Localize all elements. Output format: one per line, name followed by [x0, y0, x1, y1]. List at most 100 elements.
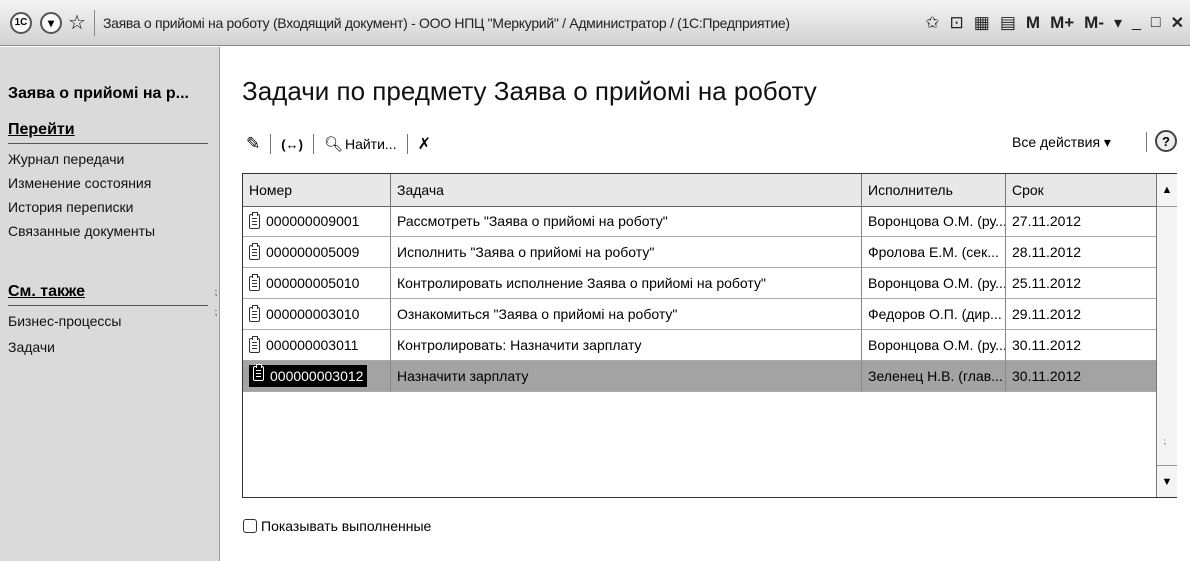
show-completed-checkbox-row[interactable]: Показывать выполненные — [243, 518, 431, 534]
favorite-star-icon[interactable]: ☆ — [68, 10, 86, 35]
sync-list-icon[interactable]: (↔) — [277, 137, 307, 152]
panel-header: Заява о прийомі на р... — [8, 85, 189, 102]
cell-number-text: 000000005010 — [266, 274, 360, 291]
tasks-table: Номер Задача Исполнитель Срок 0000000090… — [242, 173, 1177, 498]
cell-number-text: 000000005009 — [266, 243, 360, 260]
task-document-icon — [249, 242, 260, 260]
calendar-icon[interactable]: ▤ — [1000, 13, 1016, 33]
cell-executor: Воронцова О.М. (ру... — [862, 330, 1006, 361]
cell-due-date: 30.11.2012 — [1006, 361, 1156, 392]
menu-dropdown-icon[interactable]: ▾ — [40, 11, 62, 34]
cell-number: 000000003011 — [243, 330, 391, 361]
table-row[interactable]: 000000005009 Исполнить "Заява о прийомі … — [243, 237, 1156, 268]
scroll-down-icon[interactable]: ▼ — [1157, 465, 1177, 498]
cell-due-date: 27.11.2012 — [1006, 206, 1156, 237]
navigation-panel: Заява о прийомі на р... Перейти Журнал п… — [0, 47, 220, 561]
toolbar-separator — [270, 134, 272, 154]
cell-task: Назначити зарплату — [391, 361, 862, 392]
cell-number: 000000003010 — [243, 299, 391, 330]
task-document-icon — [249, 273, 260, 291]
toolbar-separator — [1146, 132, 1147, 152]
cell-number: 000000009001 — [243, 206, 391, 237]
title-bar-tools: ✩ ⊡ ▦ ▤ M M+ M- ▾ _ □ ✕ — [925, 0, 1184, 46]
link-icon[interactable]: ⊡ — [950, 13, 964, 33]
task-document-icon — [249, 304, 260, 322]
show-completed-label: Показывать выполненные — [261, 518, 432, 534]
resize-grip-icon[interactable]: ⁏ — [214, 307, 217, 318]
table-header: Номер Задача Исполнитель Срок — [243, 174, 1156, 207]
table-row[interactable]: 000000009001 Рассмотреть "Заява о прийом… — [243, 206, 1156, 237]
cancel-search-icon[interactable]: ✗ — [414, 134, 435, 154]
cell-executor: Фролова Е.М. (сек... — [862, 237, 1006, 268]
minimize-icon[interactable]: _ — [1132, 14, 1141, 32]
logo-text: 1C — [14, 17, 28, 28]
cell-number: 000000005009 — [243, 237, 391, 268]
title-bar: 1C ▾ ☆ Заява о прийомі на роботу (Входящ… — [0, 0, 1190, 46]
cell-due-date: 30.11.2012 — [1006, 330, 1156, 361]
show-completed-checkbox[interactable] — [243, 519, 257, 533]
cell-executor: Зеленец Н.В. (глав... — [862, 361, 1006, 392]
cell-executor: Воронцова О.М. (ру... — [862, 268, 1006, 299]
all-actions-button[interactable]: Все действия ▾ — [1012, 134, 1111, 151]
scroll-up-icon[interactable]: ▲ — [1157, 174, 1177, 207]
column-header-due-date[interactable]: Срок — [1006, 174, 1156, 206]
task-document-icon — [253, 364, 264, 381]
cell-executor: Федоров О.П. (дир... — [862, 299, 1006, 330]
close-icon[interactable]: ✕ — [1171, 13, 1184, 33]
cell-task: Контролировать исполнение Заява о прийом… — [391, 268, 862, 299]
see-also-section-rule — [8, 305, 208, 306]
title-separator — [93, 9, 95, 36]
cell-task: Исполнить "Заява о прийомі на роботу" — [391, 237, 862, 268]
column-header-executor[interactable]: Исполнитель — [862, 174, 1006, 206]
table-scrollbar[interactable]: ▲ ⁏ ▼ — [1156, 174, 1177, 497]
window-title: Заява о прийомі на роботу (Входящий доку… — [102, 14, 790, 31]
resize-grip-icon[interactable]: ⁏ — [214, 287, 217, 298]
table-row[interactable]: 000000003011 Контролировать: Назначити з… — [243, 330, 1156, 361]
nav-item-related-documents[interactable]: Связанные документы — [8, 223, 155, 239]
column-header-number[interactable]: Номер — [243, 174, 391, 206]
add-favorite-icon[interactable]: ✩ — [925, 13, 939, 33]
page-title: Задачи по предмету Заява о прийомі на ро… — [242, 76, 817, 106]
goto-section-rule — [8, 143, 208, 144]
memory-plus-button[interactable]: M+ — [1050, 13, 1074, 33]
cell-executor: Воронцова О.М. (ру... — [862, 206, 1006, 237]
cell-due-date: 29.11.2012 — [1006, 299, 1156, 330]
cell-due-date: 25.11.2012 — [1006, 268, 1156, 299]
column-header-task[interactable]: Задача — [391, 174, 862, 206]
cell-number: 000000005010 — [243, 268, 391, 299]
nav-item-business-processes[interactable]: Бизнес-процессы — [8, 313, 121, 329]
find-label: Найти... — [344, 136, 397, 152]
see-also-section-title: См. также — [8, 283, 86, 300]
cell-due-date: 28.11.2012 — [1006, 237, 1156, 268]
cell-task: Контролировать: Назначити зарплату — [391, 330, 862, 361]
task-document-icon — [249, 211, 260, 229]
scroll-grip-icon[interactable]: ⁏ — [1163, 436, 1166, 447]
app-logo-icon[interactable]: 1C — [10, 11, 32, 34]
cell-number-text: 000000003010 — [266, 305, 360, 322]
toolbar-separator — [406, 134, 408, 154]
table-row-selected[interactable]: 000000003012 Назначити зарплату Зеленец … — [243, 361, 1156, 392]
memory-minus-button[interactable]: M- — [1084, 13, 1104, 33]
cell-number-text: 000000003011 — [266, 336, 359, 353]
nav-item-state-change[interactable]: Изменение состояния — [8, 175, 151, 191]
find-button[interactable]: 🔍︎ Найти... — [320, 135, 401, 153]
cell-number-text: 000000003012 — [270, 368, 364, 384]
nav-item-transfer-log[interactable]: Журнал передачи — [8, 151, 124, 167]
maximize-icon[interactable]: □ — [1151, 14, 1161, 32]
table-row[interactable]: 000000005010 Контролировать исполнение З… — [243, 268, 1156, 299]
window-menu-icon[interactable]: ▾ — [1114, 13, 1122, 33]
selected-cell-box: 000000003012 — [249, 364, 368, 387]
memory-button[interactable]: M — [1026, 13, 1040, 33]
edit-pencil-icon[interactable]: ✎ — [242, 134, 264, 154]
table-row[interactable]: 000000003010 Ознакомиться "Заява о прийо… — [243, 299, 1156, 330]
toolbar: ✎ (↔) 🔍︎ Найти... ✗ — [242, 130, 435, 158]
calculator-icon[interactable]: ▦ — [974, 13, 990, 33]
cell-task: Рассмотреть "Заява о прийомі на роботу" — [391, 206, 862, 237]
nav-item-correspondence-history[interactable]: История переписки — [8, 199, 133, 215]
magnifier-icon: 🔍︎ — [323, 136, 343, 153]
nav-item-tasks[interactable]: Задачи — [8, 339, 55, 355]
cell-task: Ознакомиться "Заява о прийомі на роботу" — [391, 299, 862, 330]
help-icon[interactable]: ? — [1155, 130, 1177, 152]
cell-number: 000000003012 — [243, 361, 391, 392]
toolbar-separator — [312, 134, 314, 154]
